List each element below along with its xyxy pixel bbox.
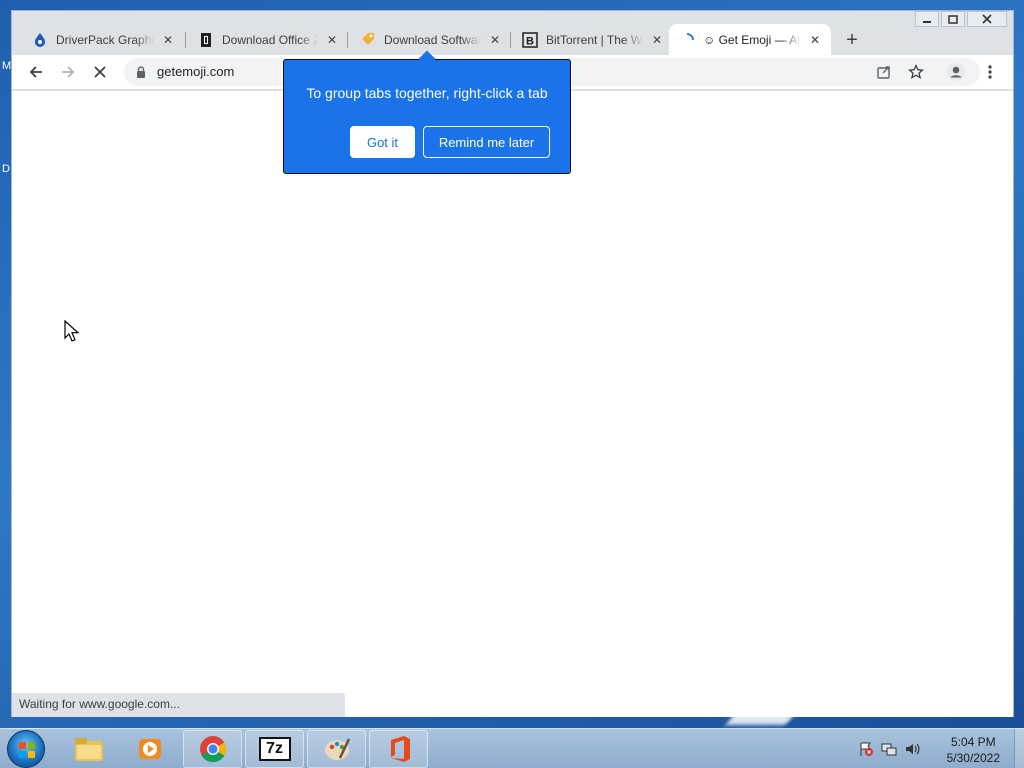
tab-title: ☺ Get Emoji — Al [703,32,800,47]
system-tray: 5:04 PM 5/30/2022 [854,729,1024,768]
show-desktop-button[interactable] [1014,729,1024,768]
page-content: Waiting for www.google.com... [12,91,1013,717]
driverpack-icon [32,32,48,48]
7zip-icon: 7z [258,737,291,761]
back-button[interactable] [22,58,50,86]
tab-bittorrent[interactable]: B BitTorrent | The W ✕ [512,24,673,55]
close-icon [982,14,992,24]
media-player-icon [138,739,161,759]
tab-title: Download Software [384,32,481,47]
volume-icon[interactable] [904,741,920,757]
tab-title: Download Office 2 [222,32,318,47]
got-it-button[interactable]: Got it [350,126,415,158]
desktop-edge-label: D [2,163,10,175]
taskbar-office[interactable] [369,730,428,768]
lock-icon [137,66,145,78]
forward-arrow-icon [62,66,75,78]
taskbar-7zip[interactable]: 7z [245,730,304,768]
minimize-icon [923,21,931,23]
network-icon[interactable] [881,741,897,757]
tab-title: DriverPack Graphics [56,32,154,47]
tab-get-emoji[interactable]: ☺ Get Emoji — Al ✕ [669,24,831,55]
taskbar-media-player[interactable] [120,730,179,768]
tab-driverpack[interactable]: DriverPack Graphics ✕ [22,24,184,55]
bookmark-star-button[interactable] [902,58,930,86]
stop-x-icon [94,66,106,78]
tab-separator [185,32,186,48]
restore-icon [948,15,958,24]
tab-separator [347,32,348,48]
clock-time: 5:04 PM [950,735,996,749]
profile-avatar-icon [947,63,965,81]
forward-button[interactable] [54,58,82,86]
star-icon [908,64,924,79]
taskbar-chrome[interactable] [183,730,242,768]
tab-close-icon[interactable]: ✕ [649,32,665,48]
tab-close-icon[interactable]: ✕ [160,32,176,48]
tab-download-office[interactable]: Download Office 2 ✕ [188,24,348,55]
office-doc-icon [198,32,214,48]
tab-strip: DriverPack Graphics ✕ Download Office 2 … [12,24,1013,55]
action-center-flag-icon[interactable] [858,741,874,757]
paint-icon [324,738,350,760]
tab-close-icon[interactable]: ✕ [324,32,340,48]
taskbar-explorer[interactable] [59,730,118,768]
share-icon [877,66,890,79]
url-text: getemoji.com [157,64,235,79]
kebab-menu-icon [988,65,992,79]
tab-download-software[interactable]: Download Software ✕ [350,24,511,55]
taskbar-clock[interactable]: 5:04 PM 5/30/2022 [947,734,1000,766]
start-button[interactable] [7,730,45,768]
profile-button[interactable] [942,58,970,86]
back-arrow-icon [29,66,42,78]
tab-close-icon[interactable]: ✕ [487,32,503,48]
loading-spinner-icon [679,32,695,48]
desktop-edge-label: M [2,60,12,72]
software-tag-icon [360,32,376,48]
explorer-folder-icon [74,738,103,761]
tab-separator [510,32,511,48]
status-bubble: Waiting for www.google.com... [12,693,345,717]
new-tab-button[interactable]: + [840,28,864,52]
windows-logo-icon [19,742,35,758]
mouse-cursor-icon [64,320,80,342]
tab-close-icon[interactable]: ✕ [807,32,823,48]
stop-loading-button[interactable] [86,58,114,86]
tab-group-promo: To group tabs together, right-click a ta… [283,50,571,174]
remind-later-button[interactable]: Remind me later [423,126,550,158]
taskbar: 7z 5:04 PM 5/30/2022 [0,728,1024,768]
tab-title: BitTorrent | The W [546,32,643,47]
svg-text:B: B [526,35,534,47]
chrome-icon [199,736,226,763]
taskbar-paint[interactable] [307,730,366,768]
menu-button[interactable] [976,58,1004,86]
share-button[interactable] [870,58,898,86]
office-icon [390,736,410,762]
bittorrent-b-icon: B [522,31,538,48]
clock-date: 5/30/2022 [946,751,1000,765]
promo-message: To group tabs together, right-click a ta… [306,85,548,101]
